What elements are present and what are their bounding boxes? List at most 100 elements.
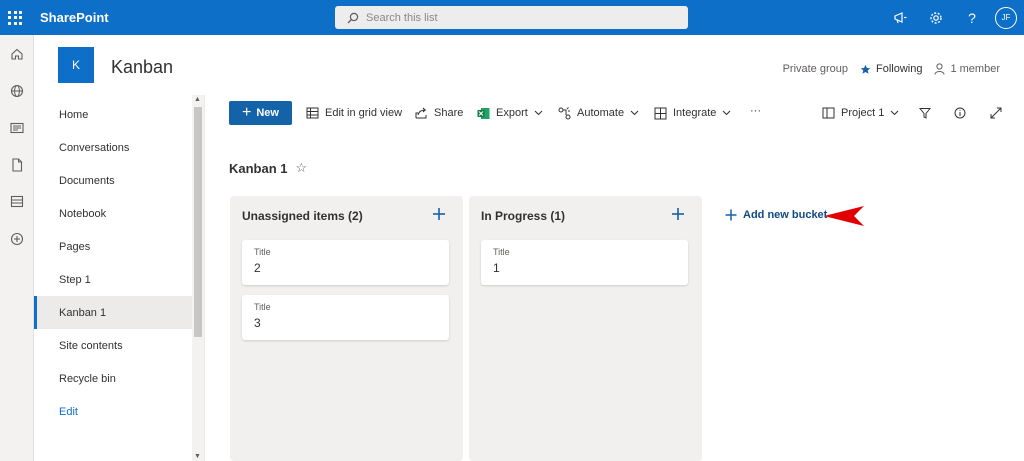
search-box[interactable]: Search this list — [335, 6, 688, 29]
view-title: Kanban 1 ☆ — [229, 160, 307, 176]
kanban-card[interactable]: Title 1 — [481, 240, 688, 285]
members-label: 1 member — [950, 63, 1000, 75]
nav-item-documents[interactable]: Documents — [34, 164, 192, 197]
home-icon — [11, 48, 23, 60]
nav-edit-link[interactable]: Edit — [34, 395, 192, 428]
more-icon: ··· — [750, 105, 761, 117]
grid-icon — [306, 107, 319, 119]
app-rail — [0, 35, 34, 461]
waffle-icon — [8, 10, 22, 25]
add-item-plus-icon[interactable] — [431, 206, 447, 222]
view-title-text: Kanban 1 — [229, 160, 288, 176]
rail-files[interactable] — [0, 146, 34, 183]
add-new-bucket-label: Add new bucket — [743, 209, 828, 221]
more-actions-button[interactable]: ··· — [750, 103, 761, 119]
share-button[interactable]: Share — [415, 105, 463, 121]
rail-sites[interactable] — [0, 72, 34, 109]
nav-item-step-1[interactable]: Step 1 — [34, 263, 192, 296]
nav-item-site-contents[interactable]: Site contents — [34, 329, 192, 362]
star-filled-icon — [860, 64, 871, 74]
rail-lists[interactable] — [0, 183, 34, 220]
filter-icon — [919, 108, 931, 119]
members-button[interactable]: 1 member — [934, 63, 1000, 75]
integrate-icon — [654, 107, 667, 119]
share-icon — [415, 107, 427, 119]
new-label: New — [256, 107, 279, 119]
card-field-value: 3 — [254, 316, 261, 330]
excel-icon — [477, 107, 490, 119]
plus-icon — [725, 209, 737, 221]
view-switcher-button[interactable]: Project 1 — [822, 105, 899, 121]
nav-item-notebook[interactable]: Notebook — [34, 197, 192, 230]
edit-grid-button[interactable]: Edit in grid view — [306, 105, 402, 121]
export-label: Export — [496, 107, 528, 119]
site-logo[interactable]: K — [58, 47, 94, 83]
chevron-down-icon — [630, 110, 639, 116]
chevron-down-icon — [891, 110, 899, 116]
nav-item-home[interactable]: Home — [34, 98, 192, 131]
privacy-label: Private group — [782, 63, 848, 75]
brand-name[interactable]: SharePoint — [40, 10, 109, 25]
scroll-down-icon[interactable]: ▼ — [194, 453, 201, 460]
add-new-bucket-button[interactable]: Add new bucket — [725, 209, 827, 221]
rail-home[interactable] — [0, 35, 34, 72]
card-field-label: Title — [493, 247, 510, 257]
help-button[interactable]: ? — [954, 0, 990, 35]
following-label: Following — [876, 63, 923, 75]
megaphone-button[interactable] — [882, 0, 918, 35]
nav-item-kanban-1[interactable]: Kanban 1 — [34, 296, 192, 329]
suite-bar: SharePoint Search this list ? JF — [0, 0, 1024, 35]
megaphone-icon — [893, 11, 906, 23]
command-bar: + New Edit in grid view Share Export Aut… — [205, 95, 1024, 133]
file-icon — [12, 157, 23, 172]
automate-label: Automate — [577, 107, 625, 119]
list-icon — [10, 195, 24, 208]
settings-button[interactable] — [918, 0, 954, 35]
bucket-unassigned: Unassigned items (2) Title 2 Title 3 — [230, 196, 463, 461]
kanban-card[interactable]: Title 2 — [242, 240, 449, 285]
card-field-value: 2 — [254, 261, 261, 275]
integrate-button[interactable]: Integrate — [654, 105, 731, 121]
nav-item-recycle-bin[interactable]: Recycle bin — [34, 362, 192, 395]
favorite-star-icon[interactable]: ☆ — [296, 160, 308, 176]
chevron-down-icon — [534, 110, 543, 116]
filter-button[interactable] — [919, 105, 937, 121]
rail-news[interactable] — [0, 109, 34, 146]
kanban-card[interactable]: Title 3 — [242, 295, 449, 340]
search-icon — [347, 12, 359, 23]
bucket-title: In Progress (1) — [481, 209, 566, 223]
bucket-title: Unassigned items (2) — [242, 209, 363, 223]
scroll-thumb[interactable] — [194, 107, 202, 337]
automate-button[interactable]: Automate — [558, 105, 639, 121]
bucket-in-progress: In Progress (1) Title 1 — [469, 196, 702, 461]
gear-icon — [930, 11, 942, 24]
news-icon — [10, 122, 24, 133]
avatar[interactable]: JF — [995, 6, 1017, 29]
nav-item-pages[interactable]: Pages — [34, 230, 192, 263]
info-icon — [954, 107, 966, 119]
app-launcher-button[interactable] — [0, 0, 30, 35]
scroll-up-icon[interactable]: ▲ — [194, 96, 201, 103]
share-label: Share — [434, 107, 464, 119]
nav-item-conversations[interactable]: Conversations — [34, 131, 192, 164]
export-button[interactable]: Export — [477, 105, 543, 121]
view-icon — [822, 107, 835, 119]
plus-icon: + — [242, 104, 252, 121]
following-button[interactable]: Following — [860, 63, 922, 75]
card-field-label: Title — [254, 302, 271, 312]
nav-scrollbar[interactable]: ▲ ▼ — [192, 95, 204, 461]
person-icon — [934, 63, 945, 75]
globe-icon — [10, 84, 24, 97]
add-item-plus-icon[interactable] — [670, 206, 686, 222]
rail-create[interactable] — [0, 220, 34, 257]
new-button[interactable]: + New — [229, 101, 292, 125]
site-title[interactable]: Kanban — [111, 57, 173, 78]
integrate-label: Integrate — [673, 107, 717, 119]
info-button[interactable] — [954, 105, 972, 121]
edit-grid-label: Edit in grid view — [325, 107, 403, 119]
card-field-label: Title — [254, 247, 271, 257]
left-navigation: Home Conversations Documents Notebook Pa… — [34, 95, 205, 461]
fullscreen-button[interactable] — [990, 105, 1008, 121]
annotation-arrow-icon — [824, 206, 864, 226]
chevron-down-icon — [723, 110, 731, 116]
